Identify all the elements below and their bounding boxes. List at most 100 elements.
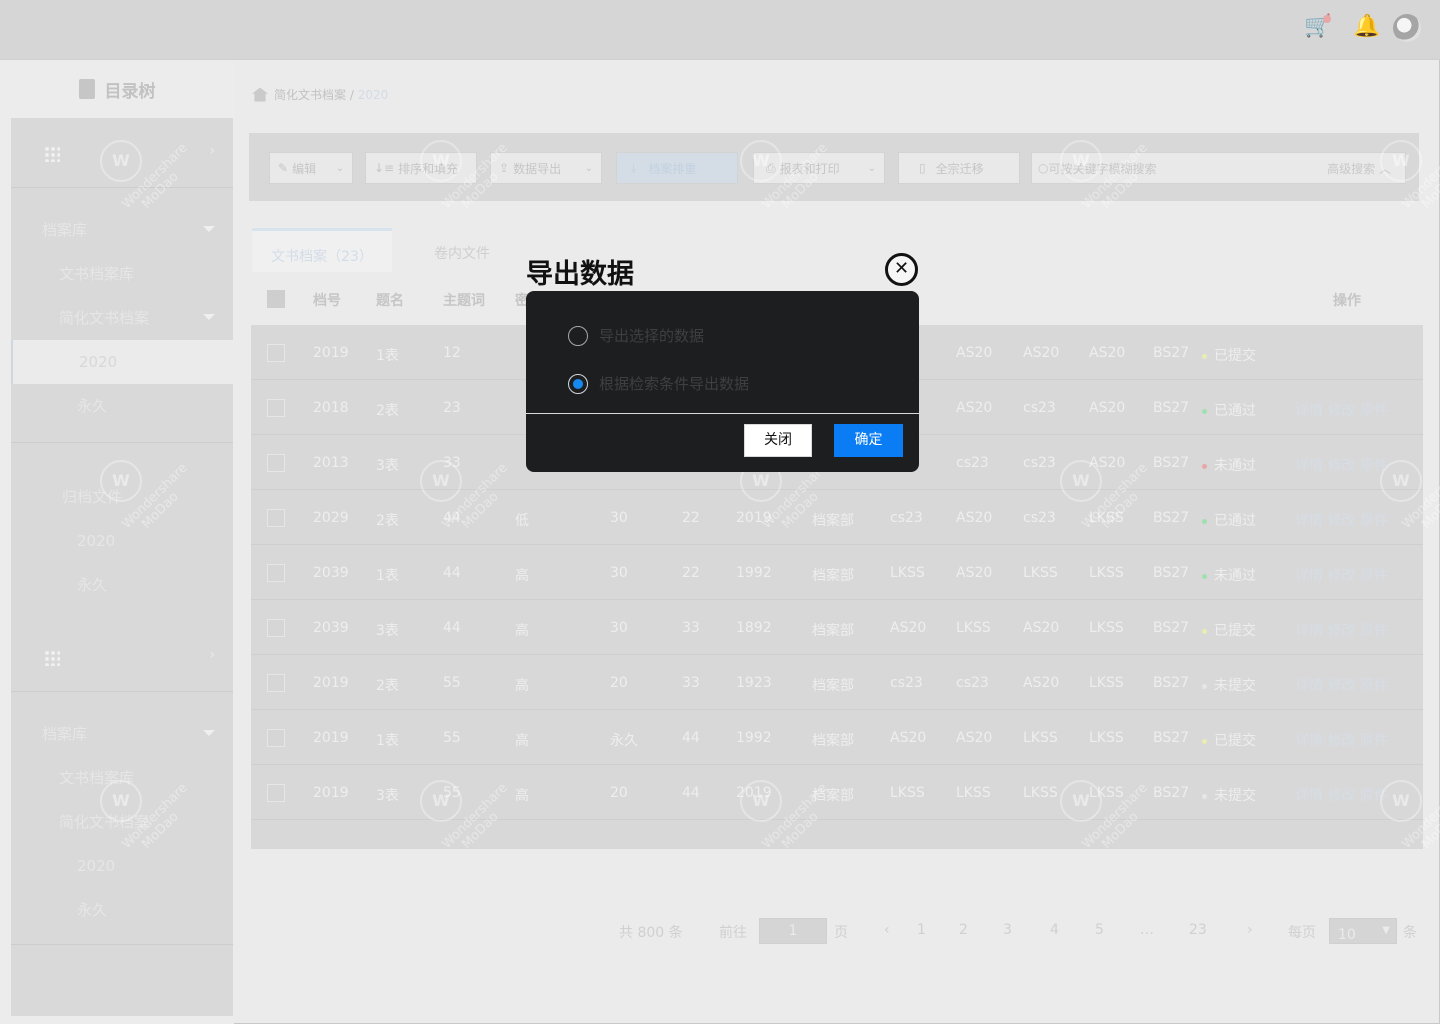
- migrate-button[interactable]: ▯ 全宗迁移: [898, 152, 1020, 184]
- select-all-checkbox[interactable]: [267, 290, 285, 308]
- column-header[interactable]: 主题词: [443, 290, 485, 310]
- printer-icon: ⎙: [766, 160, 776, 175]
- chevron-right-icon: ›: [209, 647, 215, 663]
- status-cell: 已通过: [1202, 400, 1256, 420]
- page-button[interactable]: 5: [1095, 922, 1104, 938]
- sidebar-group-header[interactable]: ›: [11, 118, 233, 188]
- table-cell: LKSS: [1089, 675, 1124, 691]
- table-cell: AS20: [956, 345, 993, 361]
- column-header[interactable]: 题名: [376, 290, 404, 310]
- table-cell: LKSS: [1089, 620, 1124, 636]
- table-cell: 档案部: [812, 788, 854, 804]
- row-actions[interactable]: 详情 修改 原件: [1295, 675, 1388, 695]
- row-checkbox[interactable]: [267, 784, 285, 802]
- search-placeholder: 可按关键字模糊搜索: [1048, 161, 1157, 176]
- table-cell: 2018: [313, 400, 349, 416]
- sidebar-item-2020-2[interactable]: 2020: [11, 844, 233, 888]
- table-cell: LKSS: [1089, 510, 1124, 526]
- radio-button-checked[interactable]: [568, 373, 588, 394]
- page-button[interactable]: 23: [1189, 922, 1207, 938]
- table-cell: AS20: [1089, 400, 1126, 416]
- table-row[interactable]: 2029 2表 44 低 30 22 2019 档案部 cs23 AS20 cs23 LKSS BS27…: [251, 490, 1423, 545]
- avatar[interactable]: [1393, 14, 1421, 42]
- search-input[interactable]: ○ 可按关键字模糊搜索 高级搜索 ︿: [1031, 152, 1406, 184]
- table-row[interactable]: 2019 2表 55 高 20 33 1923 档案部 cs23 cs23 AS20 LKSS BS27…: [251, 655, 1423, 710]
- status-cell: 未提交: [1202, 675, 1256, 695]
- table-cell: cs23: [1023, 400, 1056, 416]
- next-page-button[interactable]: ›: [1247, 922, 1253, 938]
- radio-option-search-criteria[interactable]: 根据检索条件导出数据: [568, 373, 749, 394]
- table-cell: cs23: [890, 675, 923, 691]
- breadcrumb-path[interactable]: 简化文书档案 /: [274, 88, 358, 102]
- sidebar-group-header[interactable]: ›: [11, 622, 233, 692]
- status-dot: [1202, 463, 1207, 469]
- report-print-button[interactable]: ⎙ 报表和打印 ⌄: [753, 152, 885, 184]
- row-checkbox[interactable]: [267, 564, 285, 582]
- table-cell: 30: [610, 620, 628, 636]
- row-checkbox[interactable]: [267, 344, 285, 362]
- sidebar-item-doc-archive[interactable]: 文书档案库: [11, 252, 233, 296]
- tab-documents[interactable]: 文书档案（23）: [252, 228, 392, 272]
- table-cell: 档案部: [812, 568, 854, 584]
- sidebar-item-simplified-2[interactable]: 简化文书档案: [11, 800, 233, 844]
- radio-option-selected-data[interactable]: 导出选择的数据: [568, 325, 704, 346]
- table-cell: LKSS: [1089, 730, 1124, 746]
- table-row[interactable]: 2039 1表 44 高 30 22 1992 档案部 LKSS AS20 LKSS LKSS BS27…: [251, 545, 1423, 600]
- table-cell: AS20: [956, 565, 993, 581]
- bell-icon[interactable]: 🔔: [1353, 14, 1380, 39]
- row-actions[interactable]: 详情 修改 原件: [1295, 730, 1388, 750]
- table-row[interactable]: 2019 3表 55 高 20 44 2019 档案部 LKSS LKSS LKSS LKSS BS27…: [251, 765, 1423, 820]
- sidebar-item-label: 永久: [77, 901, 108, 919]
- table-row[interactable]: 2019 1表 55 高 永久 44 1992 档案部 AS20 AS20 LKSS LKSS BS27…: [251, 710, 1423, 765]
- row-checkbox[interactable]: [267, 399, 285, 417]
- page-unit: 页: [834, 925, 848, 941]
- row-actions[interactable]: 详情 修改 原件: [1295, 565, 1388, 585]
- sidebar-item-2020b[interactable]: 2020: [11, 519, 233, 563]
- home-icon[interactable]: [252, 87, 268, 102]
- close-icon[interactable]: ✕: [885, 253, 918, 286]
- tab-bar: 文书档案（23） 卷内文件: [252, 228, 532, 272]
- sidebar-item-archive-2[interactable]: 档案库: [11, 712, 233, 756]
- sidebar-item-archive[interactable]: 档案库: [11, 208, 233, 252]
- tab-volume-files[interactable]: 卷内文件: [392, 228, 532, 272]
- dedupe-button[interactable]: ⤓ 档案排重: [616, 152, 738, 184]
- sort-fill-button[interactable]: ↓≡ 排序和填充: [365, 152, 477, 184]
- sidebar-item-permanent[interactable]: 永久: [11, 384, 233, 428]
- sidebar-item-doc-archive-2[interactable]: 文书档案库: [11, 756, 233, 800]
- grid-icon: [44, 650, 60, 666]
- column-header[interactable]: 档号: [313, 290, 341, 310]
- row-actions[interactable]: 详情 修改 原件: [1295, 785, 1388, 805]
- page-button[interactable]: 4: [1050, 922, 1059, 938]
- page-button[interactable]: 1: [917, 922, 926, 938]
- table-cell: 33: [682, 620, 700, 636]
- prev-page-button[interactable]: ‹: [884, 922, 890, 938]
- radio-button[interactable]: [568, 325, 588, 346]
- page-jump-input[interactable]: 1: [759, 918, 827, 944]
- sidebar-item-filed[interactable]: 归档文件: [11, 475, 233, 519]
- row-checkbox[interactable]: [267, 729, 285, 747]
- row-checkbox[interactable]: [267, 674, 285, 692]
- page-button[interactable]: 3: [1003, 922, 1012, 938]
- row-actions[interactable]: 详情 修改 原件: [1295, 400, 1388, 420]
- row-checkbox[interactable]: [267, 509, 285, 527]
- row-actions[interactable]: 详情 修改 原件: [1295, 510, 1388, 530]
- report-print-label: 报表和打印: [779, 161, 840, 176]
- row-actions[interactable]: 详情 修改 原件: [1295, 455, 1388, 475]
- row-checkbox[interactable]: [267, 619, 285, 637]
- sidebar-item-simplified[interactable]: 简化文书档案: [11, 296, 233, 340]
- export-dialog: 导出选择的数据 根据检索条件导出数据 关闭 确定: [526, 291, 919, 472]
- per-page-select[interactable]: 10 ▼: [1329, 918, 1397, 944]
- table-row[interactable]: 2039 3表 44 高 30 33 1892 档案部 AS20 LKSS AS20 LKSS BS27…: [251, 600, 1423, 655]
- status-dot: [1202, 683, 1207, 689]
- dialog-close-button[interactable]: 关闭: [744, 424, 812, 457]
- row-checkbox[interactable]: [267, 454, 285, 472]
- export-button[interactable]: ⇪ 数据导出 ⌄: [490, 152, 602, 184]
- sidebar-item-permanent-b[interactable]: 永久: [11, 563, 233, 607]
- edit-button[interactable]: ✎ 编辑 ⌄: [269, 152, 353, 184]
- row-actions[interactable]: 详情 修改 原件: [1295, 620, 1388, 640]
- advanced-search-link[interactable]: 高级搜索 ︿: [1327, 160, 1391, 177]
- sidebar-item-2020[interactable]: 2020: [11, 340, 233, 384]
- export-label: 数据导出: [513, 161, 562, 176]
- dialog-confirm-button[interactable]: 确定: [834, 424, 903, 457]
- page-button[interactable]: 2: [959, 922, 968, 938]
